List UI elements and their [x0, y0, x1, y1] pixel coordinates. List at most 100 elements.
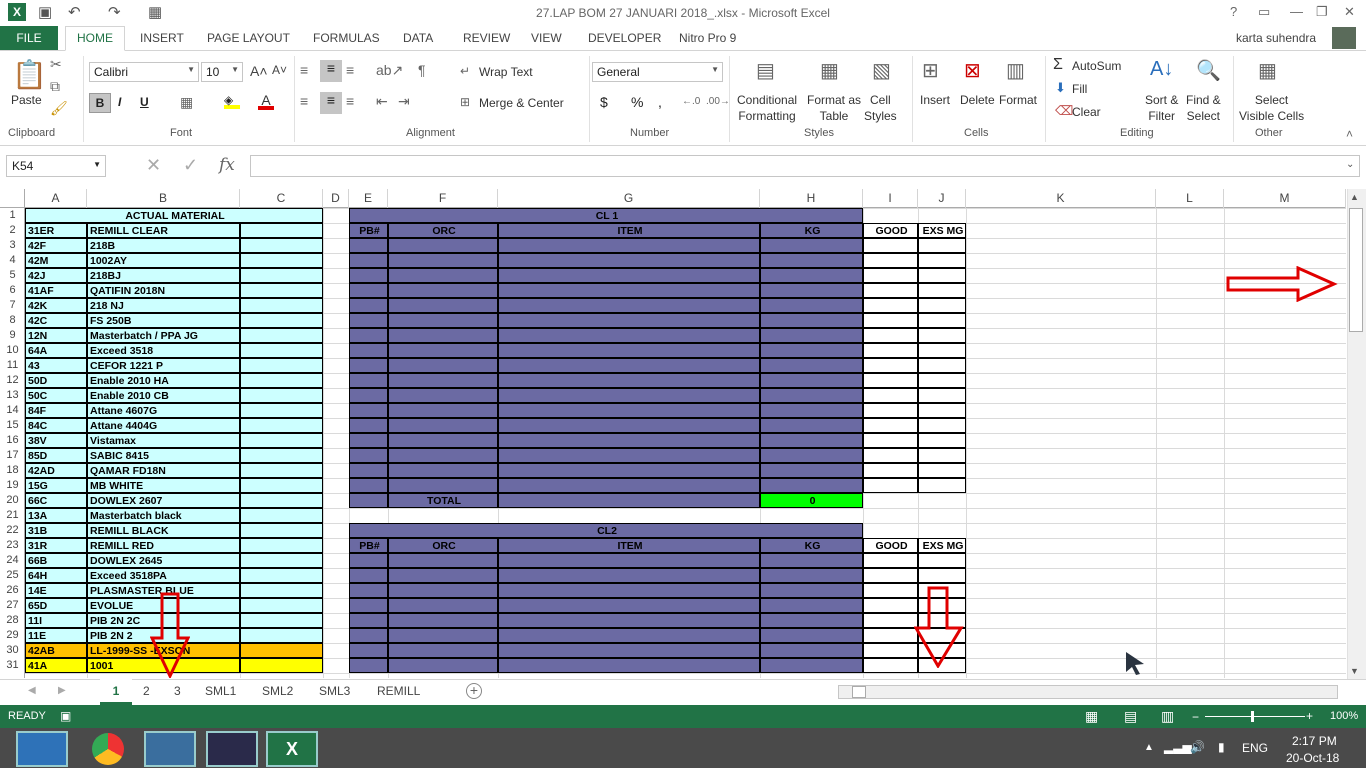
- cl-cell[interactable]: [863, 238, 918, 253]
- cl-title[interactable]: CL 1: [349, 208, 863, 223]
- cl-cell[interactable]: [498, 283, 760, 298]
- material-code-cell[interactable]: 11E: [25, 628, 87, 643]
- sheet-tab-1[interactable]: 1: [100, 679, 132, 705]
- cl-cell[interactable]: [760, 643, 863, 658]
- expand-formula-icon[interactable]: ⌄: [1346, 159, 1354, 170]
- cl-cell[interactable]: [349, 568, 388, 583]
- row-header[interactable]: 6: [0, 283, 25, 298]
- cl-cell[interactable]: [349, 403, 388, 418]
- ribbon-display-icon[interactable]: ▭: [1258, 4, 1270, 20]
- cl-cell[interactable]: [498, 268, 760, 283]
- cl-cell[interactable]: [918, 343, 966, 358]
- material-name-cell[interactable]: Attane 4404G: [87, 418, 240, 433]
- autosum-button[interactable]: AutoSum: [1072, 58, 1121, 74]
- zoom-slider[interactable]: [1205, 716, 1305, 717]
- row-header[interactable]: 26: [0, 583, 25, 598]
- cl-cell[interactable]: [760, 283, 863, 298]
- cl-title[interactable]: CL2: [349, 523, 863, 538]
- cl-header-f[interactable]: ORC: [388, 223, 498, 238]
- material-value-cell[interactable]: [240, 628, 323, 643]
- column-header-i[interactable]: I: [863, 189, 918, 208]
- material-code-cell[interactable]: 84F: [25, 403, 87, 418]
- cl-cell[interactable]: [388, 238, 498, 253]
- sheet-tab-sml2[interactable]: SML2: [262, 684, 293, 698]
- material-code-cell[interactable]: 15G: [25, 478, 87, 493]
- row-header[interactable]: 23: [0, 538, 25, 553]
- cl-cell[interactable]: [760, 613, 863, 628]
- row-header[interactable]: 20: [0, 493, 25, 508]
- material-code-cell[interactable]: 38V: [25, 433, 87, 448]
- cl-cell[interactable]: [498, 433, 760, 448]
- material-value-cell[interactable]: [240, 553, 323, 568]
- cl-cell[interactable]: [498, 298, 760, 313]
- row-header[interactable]: 31: [0, 658, 25, 673]
- horizontal-scrollbar[interactable]: [838, 685, 1338, 699]
- cl-cell[interactable]: [388, 388, 498, 403]
- photos-icon[interactable]: [144, 731, 196, 767]
- row-header[interactable]: 22: [0, 523, 25, 538]
- material-value-cell[interactable]: [240, 598, 323, 613]
- row-header[interactable]: 11: [0, 358, 25, 373]
- row-header[interactable]: 18: [0, 463, 25, 478]
- column-header-j[interactable]: J: [918, 189, 966, 208]
- zoom-in-icon[interactable]: +: [1306, 709, 1313, 723]
- scroll-up-icon[interactable]: ▲: [1350, 192, 1359, 202]
- font-color-icon[interactable]: A: [258, 92, 274, 110]
- material-name-cell[interactable]: Attane 4607G: [87, 403, 240, 418]
- cl-cell[interactable]: [760, 268, 863, 283]
- cl-header-g[interactable]: ITEM: [498, 223, 760, 238]
- restore-icon[interactable]: ❐: [1316, 4, 1328, 20]
- material-code-cell[interactable]: 65D: [25, 598, 87, 613]
- cl-cell[interactable]: [760, 238, 863, 253]
- material-code-cell[interactable]: 41A: [25, 658, 87, 673]
- material-code-cell[interactable]: 66C: [25, 493, 87, 508]
- cl-cell[interactable]: [863, 418, 918, 433]
- cl-cell[interactable]: [918, 238, 966, 253]
- cl-cell[interactable]: [498, 313, 760, 328]
- cl-cell[interactable]: [918, 328, 966, 343]
- cl1-total-value[interactable]: 0: [760, 493, 863, 508]
- cl-cell[interactable]: [760, 388, 863, 403]
- material-name-cell[interactable]: QAMAR FD18N: [87, 463, 240, 478]
- cl-cell[interactable]: [863, 433, 918, 448]
- column-header-e[interactable]: E: [349, 189, 388, 208]
- column-header-g[interactable]: G: [498, 189, 760, 208]
- cl-cell[interactable]: [349, 463, 388, 478]
- cl-cell[interactable]: [498, 373, 760, 388]
- cl-cell[interactable]: [918, 553, 966, 568]
- row-header[interactable]: 24: [0, 553, 25, 568]
- material-value-cell[interactable]: [240, 478, 323, 493]
- row-header[interactable]: 25: [0, 568, 25, 583]
- increase-indent-icon[interactable]: ⇥: [398, 93, 410, 110]
- row-header[interactable]: 29: [0, 628, 25, 643]
- cl-cell[interactable]: [498, 568, 760, 583]
- cl-cell[interactable]: [349, 598, 388, 613]
- cl-cell[interactable]: [918, 433, 966, 448]
- cl-header-i[interactable]: GOOD: [863, 223, 918, 238]
- sort-filter-button[interactable]: Sort & Filter: [1145, 92, 1178, 124]
- material-name-cell[interactable]: DOWLEX 2645: [87, 553, 240, 568]
- material-name-cell[interactable]: Enable 2010 HA: [87, 373, 240, 388]
- cl-cell[interactable]: [498, 553, 760, 568]
- cl1-total-label[interactable]: TOTAL: [388, 493, 498, 508]
- row-header[interactable]: 1: [0, 208, 25, 223]
- cl-cell[interactable]: [388, 313, 498, 328]
- material-code-cell[interactable]: 11I: [25, 613, 87, 628]
- material-value-cell[interactable]: [240, 358, 323, 373]
- material-name-cell[interactable]: REMILL BLACK: [87, 523, 240, 538]
- material-code-cell[interactable]: 42K: [25, 298, 87, 313]
- cl-cell[interactable]: [760, 403, 863, 418]
- cl-cell[interactable]: [760, 358, 863, 373]
- cl-cell[interactable]: [498, 328, 760, 343]
- delete-button[interactable]: Delete: [960, 92, 995, 108]
- cl-cell[interactable]: [863, 553, 918, 568]
- cl-cell[interactable]: [863, 658, 918, 673]
- cl-cell[interactable]: [498, 253, 760, 268]
- cl-cell[interactable]: [760, 478, 863, 493]
- cl-cell[interactable]: [918, 313, 966, 328]
- material-name-cell[interactable]: 218B: [87, 238, 240, 253]
- row-header[interactable]: 30: [0, 643, 25, 658]
- cl-cell[interactable]: [863, 358, 918, 373]
- cancel-icon[interactable]: ✕: [146, 155, 161, 176]
- clock-time[interactable]: 2:17 PM: [1292, 734, 1337, 748]
